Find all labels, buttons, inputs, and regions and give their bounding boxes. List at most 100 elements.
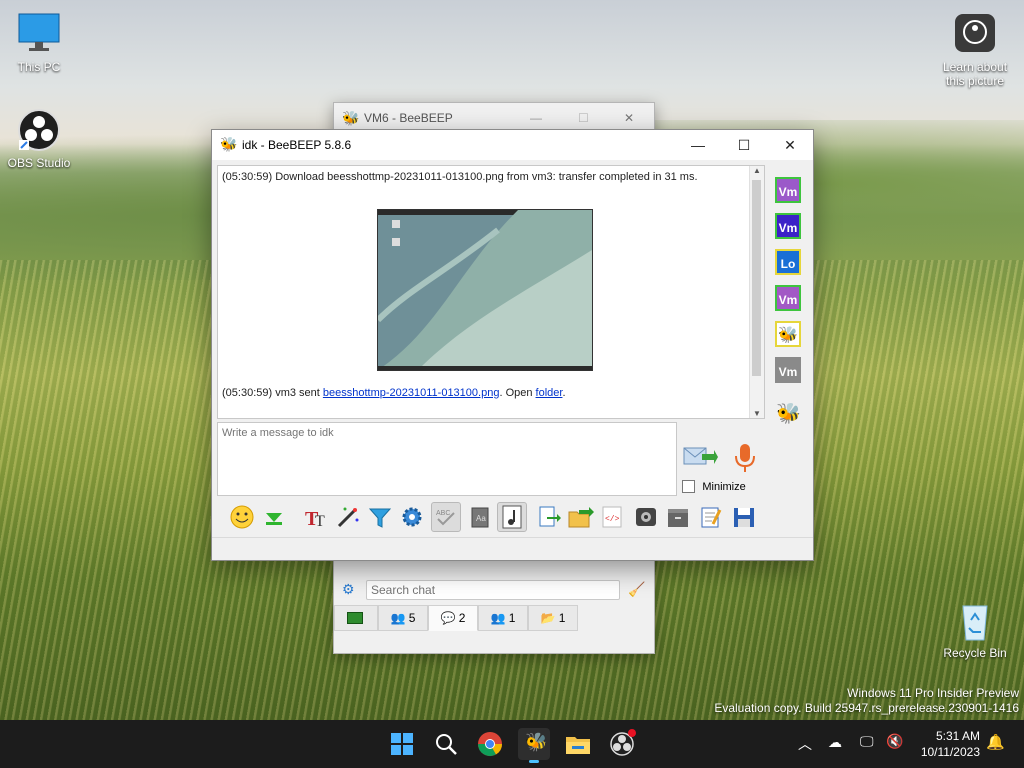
minimize-checkbox-row: Minimize bbox=[682, 479, 746, 495]
voice-message-button[interactable] bbox=[732, 442, 758, 474]
scrollbar-thumb[interactable] bbox=[752, 180, 761, 376]
document-export-icon bbox=[539, 506, 561, 527]
show-hidden-icons-button[interactable]: ︿ bbox=[798, 734, 812, 754]
desktop-icon-learn-about-picture[interactable]: Learn about this picture bbox=[940, 12, 1010, 88]
taskbar: 🐝 ︿ ☁ 🖵 🔇 5:31 AM 10/11/2023 🔔 bbox=[0, 720, 1024, 768]
save-chat-button[interactable] bbox=[533, 502, 563, 532]
chat-toolbar: TT ABC Aa </> bbox=[217, 500, 807, 536]
desktop-icon-label: OBS Studio bbox=[7, 156, 71, 170]
archive-button[interactable] bbox=[663, 502, 693, 532]
active-indicator bbox=[529, 760, 539, 763]
save-button[interactable] bbox=[729, 502, 759, 532]
minimize-checkbox[interactable] bbox=[682, 480, 695, 494]
microphone-icon bbox=[735, 444, 755, 472]
settings-button[interactable] bbox=[397, 502, 427, 532]
member-avatar[interactable]: 🐝 bbox=[775, 321, 801, 347]
notepad-icon bbox=[701, 507, 722, 528]
taskbar-file-explorer[interactable] bbox=[562, 728, 594, 760]
home-icon bbox=[347, 612, 363, 624]
desktop-icon-label: Recycle Bin bbox=[943, 646, 1007, 660]
tab-home[interactable] bbox=[334, 605, 378, 631]
desktop-icon-label: Learn about this picture bbox=[942, 60, 1008, 88]
send-button[interactable] bbox=[682, 442, 718, 472]
folder-icon bbox=[566, 737, 590, 754]
chat-message: (05:30:59) Download beesshottmp-20231011… bbox=[222, 171, 698, 183]
svg-text:ABC: ABC bbox=[436, 510, 450, 517]
monitor-icon bbox=[17, 12, 61, 56]
screenshot-preview-image[interactable] bbox=[377, 209, 593, 371]
font-button[interactable]: TT bbox=[301, 502, 331, 532]
taskbar-beebeep[interactable]: 🐝 bbox=[518, 728, 550, 763]
member-avatar[interactable]: Vm bbox=[775, 357, 801, 383]
expand-button[interactable] bbox=[259, 502, 289, 532]
obs-icon bbox=[17, 108, 61, 152]
screenshot-button[interactable] bbox=[631, 502, 661, 532]
bee-icon: 🐝 bbox=[525, 732, 548, 752]
chat-message: (05:30:59) vm3 sent beesshottmp-20231011… bbox=[222, 387, 566, 399]
message-input[interactable] bbox=[218, 423, 676, 495]
tab-groups[interactable]: 👥 1 bbox=[478, 605, 528, 631]
bee-icon: 🐝 bbox=[220, 136, 238, 152]
search-chat-input[interactable] bbox=[366, 580, 620, 600]
scroll-up-arrow[interactable]: ▲ bbox=[753, 166, 761, 175]
spellcheck-button[interactable]: ABC bbox=[431, 502, 461, 532]
clock[interactable]: 5:31 AM 10/11/2023 bbox=[921, 728, 980, 760]
color-button[interactable] bbox=[333, 502, 363, 532]
search-button[interactable] bbox=[430, 728, 462, 760]
tab-count: 5 bbox=[408, 611, 416, 625]
desktop-icon-obs-studio[interactable]: OBS Studio bbox=[4, 108, 74, 170]
svg-text:Aa: Aa bbox=[476, 514, 486, 523]
group-icon: 👥 bbox=[490, 611, 506, 625]
preview-graphic bbox=[378, 210, 592, 370]
clear-icon[interactable]: 🧹 bbox=[628, 581, 645, 598]
taskbar-obs[interactable] bbox=[606, 728, 638, 760]
folder-send-icon bbox=[568, 507, 594, 528]
onedrive-icon[interactable]: ☁ bbox=[828, 734, 842, 751]
file-share-icon: 📂 bbox=[540, 611, 556, 625]
desktop-icon-label: This PC bbox=[17, 60, 61, 74]
font-icon: TT bbox=[305, 508, 325, 530]
chat-scrollbar[interactable]: ▲ ▼ bbox=[749, 166, 764, 418]
code-document-icon: </> bbox=[602, 506, 622, 528]
tab-chats[interactable]: 💬 2 bbox=[428, 605, 478, 631]
window-titlebar: 🐝 idk - BeeBEEP 5.8.6 — ☐ ✕ bbox=[212, 130, 813, 160]
edit-button[interactable] bbox=[695, 502, 725, 532]
send-file-button[interactable] bbox=[565, 502, 595, 532]
dictionary-button[interactable]: Aa bbox=[465, 502, 495, 532]
group-members-icon[interactable]: 🐝 bbox=[776, 401, 801, 426]
volume-muted-icon[interactable]: 🔇 bbox=[886, 733, 903, 750]
watermark-line: Windows 11 Pro Insider Preview bbox=[847, 686, 1019, 700]
network-icon[interactable]: 🖵 bbox=[860, 733, 874, 750]
code-button[interactable]: </> bbox=[597, 502, 627, 532]
start-button[interactable] bbox=[386, 728, 418, 760]
file-link[interactable]: beesshottmp-20231011-013100.png bbox=[323, 387, 500, 399]
filter-button[interactable] bbox=[365, 502, 395, 532]
scroll-down-arrow[interactable]: ▼ bbox=[753, 409, 761, 418]
smiley-icon bbox=[230, 505, 254, 529]
tab-users[interactable]: 👥 5 bbox=[378, 605, 428, 631]
magic-wand-icon bbox=[337, 507, 359, 528]
folder-link[interactable]: folder bbox=[536, 387, 563, 399]
member-avatar[interactable]: Lo bbox=[775, 249, 801, 275]
emoticon-button[interactable] bbox=[227, 502, 257, 532]
desktop-icon-this-pc[interactable]: This PC bbox=[4, 12, 74, 74]
member-avatar[interactable]: Vm bbox=[775, 177, 801, 203]
message-input-box[interactable] bbox=[217, 422, 677, 496]
desktop-icon-recycle-bin[interactable]: Recycle Bin bbox=[940, 598, 1010, 660]
chat-window[interactable]: 🐝 idk - BeeBEEP 5.8.6 — ☐ ✕ (05:30:59) D… bbox=[211, 129, 814, 561]
maximize-button[interactable]: ☐ bbox=[721, 130, 767, 160]
notification-bell-icon[interactable]: 🔔 bbox=[986, 733, 1005, 751]
member-avatar[interactable]: Vm bbox=[775, 285, 801, 311]
gear-icon[interactable]: ⚙ bbox=[342, 581, 355, 598]
archive-icon bbox=[668, 509, 688, 527]
sound-button[interactable] bbox=[497, 502, 527, 532]
member-avatar[interactable]: Vm bbox=[775, 213, 801, 239]
minimize-button[interactable]: — bbox=[675, 130, 721, 160]
green-arrow-icon bbox=[266, 513, 282, 525]
spellcheck-icon: ABC bbox=[436, 510, 455, 526]
tab-count: 1 bbox=[558, 611, 566, 625]
chat-history[interactable]: (05:30:59) Download beesshottmp-20231011… bbox=[217, 165, 765, 419]
taskbar-chrome[interactable] bbox=[474, 728, 506, 760]
tab-files[interactable]: 📂 1 bbox=[528, 605, 578, 631]
close-button[interactable]: ✕ bbox=[767, 130, 813, 160]
